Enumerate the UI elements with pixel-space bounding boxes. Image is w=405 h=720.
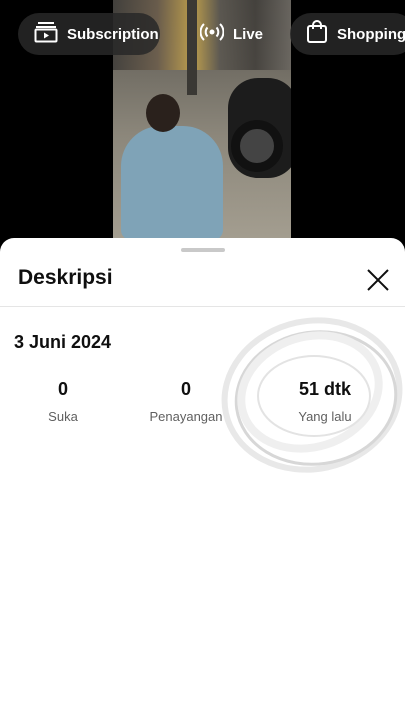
views-stat: 0 Penayangan — [121, 379, 251, 424]
close-button[interactable] — [364, 266, 392, 294]
subscription-label: Subscription — [67, 25, 159, 43]
likes-count: 0 — [57, 379, 68, 399]
description-sheet: Deskripsi 3 Juni 2024 0 Suka 0 Penayanga… — [0, 238, 405, 720]
sheet-title: Deskripsi — [18, 266, 113, 289]
video-player[interactable]: Subscription Live Shopping — [0, 0, 405, 262]
close-icon — [364, 269, 392, 298]
shopping-chip[interactable]: Shopping — [290, 13, 405, 55]
views-label: Penayangan — [149, 409, 223, 424]
time-ago-value: 51 dtk — [298, 379, 352, 399]
time-ago-label: Yang lalu — [298, 409, 352, 424]
drag-handle[interactable] — [181, 248, 225, 252]
video-child-head — [146, 94, 180, 132]
likes-stat: 0 Suka — [0, 379, 128, 424]
live-label: Live — [233, 25, 264, 43]
video-child-body — [121, 126, 223, 240]
shopping-label: Shopping — [337, 25, 405, 43]
sheet-divider — [0, 306, 405, 307]
video-pole — [187, 0, 197, 95]
subscriptions-icon — [34, 21, 58, 47]
shopping-bag-icon — [306, 20, 328, 48]
time-stat: 51 dtk Yang lalu — [260, 379, 390, 424]
live-chip[interactable]: Live — [198, 13, 268, 55]
likes-label: Suka — [48, 409, 78, 424]
upload-date: 3 Juni 2024 — [14, 332, 112, 352]
live-icon — [199, 22, 225, 46]
video-wheel — [231, 120, 283, 172]
views-count: 0 — [180, 379, 191, 399]
subscription-chip[interactable]: Subscription — [18, 13, 160, 55]
